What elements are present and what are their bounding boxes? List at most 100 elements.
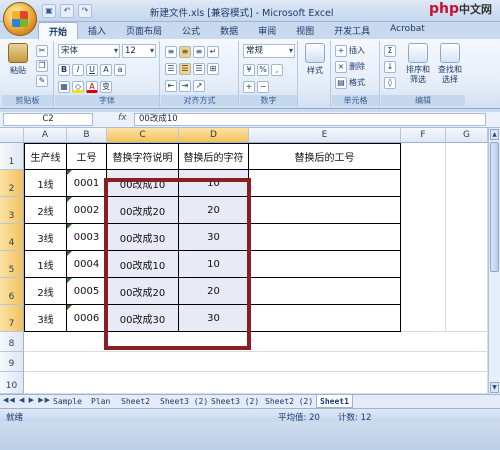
empty-column-f[interactable] [401, 143, 446, 332]
currency-icon[interactable]: ¥ [243, 63, 255, 76]
redo-icon[interactable]: ↷ [78, 4, 92, 18]
styles-button[interactable]: 样式 [301, 43, 329, 76]
cell-a7[interactable]: 3线 [24, 305, 67, 332]
paste-button[interactable]: 粘贴 [4, 43, 32, 76]
sheet-tab-sample[interactable]: Sample [50, 395, 85, 408]
cell-c4[interactable]: 00改成30 [107, 224, 179, 251]
align-bottom-icon[interactable]: ≡ [193, 45, 205, 58]
underline-icon[interactable]: U [86, 63, 98, 76]
increase-decimal-icon[interactable]: + [243, 80, 255, 93]
cell-b7[interactable]: 0006 [67, 305, 107, 332]
cell-b5[interactable]: 0004 [67, 251, 107, 278]
cell-e6[interactable] [249, 278, 401, 305]
cell-c1[interactable]: 替换字符说明 [107, 143, 179, 170]
cell-c2[interactable]: 00改成10 [107, 170, 179, 197]
vertical-scrollbar[interactable]: ▲ ▼ [488, 128, 500, 394]
column-header-b[interactable]: B [67, 128, 107, 143]
number-format-select[interactable]: 常规 [243, 44, 295, 58]
tab-data[interactable]: 数据 [210, 22, 248, 39]
column-header-a[interactable]: A [24, 128, 67, 143]
empty-row-9[interactable] [24, 352, 488, 372]
align-left-icon[interactable]: ☰ [165, 62, 177, 75]
row-header-6[interactable]: 6 [0, 278, 24, 305]
cell-b3[interactable]: 0002 [67, 197, 107, 224]
cell-d1[interactable]: 替换后的字符 [179, 143, 249, 170]
fx-icon[interactable]: fx [118, 113, 127, 123]
decrease-decimal-icon[interactable]: − [257, 80, 269, 93]
sheet-tab-sheet1[interactable]: Sheet1 [316, 395, 353, 408]
sheet-tab-sheet2[interactable]: Sheet2 [118, 395, 153, 408]
cell-a4[interactable]: 3线 [24, 224, 67, 251]
tab-formulas[interactable]: 公式 [172, 22, 210, 39]
sort-filter-button[interactable]: 排序和筛选 [403, 43, 433, 85]
find-select-button[interactable]: 查找和选择 [435, 43, 465, 85]
cell-a3[interactable]: 2线 [24, 197, 67, 224]
merge-icon[interactable]: ⊞ [207, 62, 219, 75]
align-right-icon[interactable]: ☰ [193, 62, 205, 75]
cell-d5[interactable]: 10 [179, 251, 249, 278]
delete-button[interactable]: × 删除 [335, 60, 365, 73]
cell-e2[interactable] [249, 170, 401, 197]
empty-row-8[interactable] [24, 332, 488, 352]
cell-d6[interactable]: 20 [179, 278, 249, 305]
cell-e1[interactable]: 替换后的工号 [249, 143, 401, 170]
scroll-up-icon[interactable]: ▲ [490, 129, 499, 140]
cell-c5[interactable]: 00改成10 [107, 251, 179, 278]
italic-icon[interactable]: I [72, 63, 84, 76]
grow-font-icon[interactable]: A [100, 63, 112, 76]
cell-e7[interactable] [249, 305, 401, 332]
cell-e5[interactable] [249, 251, 401, 278]
save-icon[interactable]: ▣ [42, 4, 56, 18]
clear-button[interactable]: ◊ [384, 76, 396, 89]
orientation-icon[interactable]: ↗ [193, 79, 205, 92]
cell-d4[interactable]: 30 [179, 224, 249, 251]
cell-a2[interactable]: 1线 [24, 170, 67, 197]
cell-c3[interactable]: 00改成20 [107, 197, 179, 224]
formula-input[interactable]: 00改成10 [134, 113, 486, 126]
increase-indent-icon[interactable]: ⇥ [179, 79, 191, 92]
tab-view[interactable]: 视图 [286, 22, 324, 39]
comma-icon[interactable]: , [271, 63, 283, 76]
column-header-d[interactable]: D [179, 128, 249, 143]
bold-icon[interactable]: B [58, 63, 70, 76]
row-header-4[interactable]: 4 [0, 224, 24, 251]
cell-a5[interactable]: 1线 [24, 251, 67, 278]
phonetic-icon[interactable]: 变 [100, 80, 112, 93]
insert-button[interactable]: + 插入 [335, 44, 365, 57]
cell-d7[interactable]: 30 [179, 305, 249, 332]
align-center-icon[interactable]: ☰ [179, 62, 191, 75]
copy-button[interactable]: ❐ [36, 59, 48, 72]
sheet-tab-sheet3-2[interactable]: Sheet3 (2) [208, 395, 262, 408]
autosum-button[interactable]: Σ [384, 44, 396, 57]
column-header-c[interactable]: C [107, 128, 179, 143]
sheet-nav-icon[interactable]: ◀◀ ◀ ▶ ▶▶ [3, 396, 51, 404]
tab-page-layout[interactable]: 页面布局 [116, 22, 172, 39]
cell-b6[interactable]: 0005 [67, 278, 107, 305]
sheet-tab-sheet2-2[interactable]: Sheet2 (2) [262, 395, 316, 408]
name-box[interactable]: C2 [3, 113, 93, 126]
fill-button[interactable]: ↓ [384, 60, 396, 73]
empty-column-g[interactable] [446, 143, 488, 332]
row-header-3[interactable]: 3 [0, 197, 24, 224]
row-header-5[interactable]: 5 [0, 251, 24, 278]
font-name-select[interactable]: 宋体 [58, 44, 120, 58]
column-header-g[interactable]: G [446, 128, 488, 143]
cell-a1[interactable]: 生产线 [24, 143, 67, 170]
scroll-thumb[interactable] [490, 142, 499, 272]
cell-b4[interactable]: 0003 [67, 224, 107, 251]
row-header-8[interactable]: 8 [0, 332, 24, 352]
sheet-tab-plan[interactable]: Plan [88, 395, 113, 408]
format-button[interactable]: ▤ 格式 [335, 76, 365, 89]
font-color-icon[interactable]: A [86, 80, 98, 93]
row-header-7[interactable]: 7 [0, 305, 24, 332]
row-header-10[interactable]: 10 [0, 372, 24, 394]
font-size-select[interactable]: 12 [122, 44, 156, 58]
row-header-9[interactable]: 9 [0, 352, 24, 372]
fill-color-icon[interactable]: ◇ [72, 80, 84, 93]
align-middle-icon[interactable]: ≡ [179, 45, 191, 58]
tab-review[interactable]: 审阅 [248, 22, 286, 39]
tab-insert[interactable]: 插入 [78, 22, 116, 39]
tab-acrobat[interactable]: Acrobat [380, 22, 435, 39]
undo-icon[interactable]: ↶ [60, 4, 74, 18]
cell-a6[interactable]: 2线 [24, 278, 67, 305]
